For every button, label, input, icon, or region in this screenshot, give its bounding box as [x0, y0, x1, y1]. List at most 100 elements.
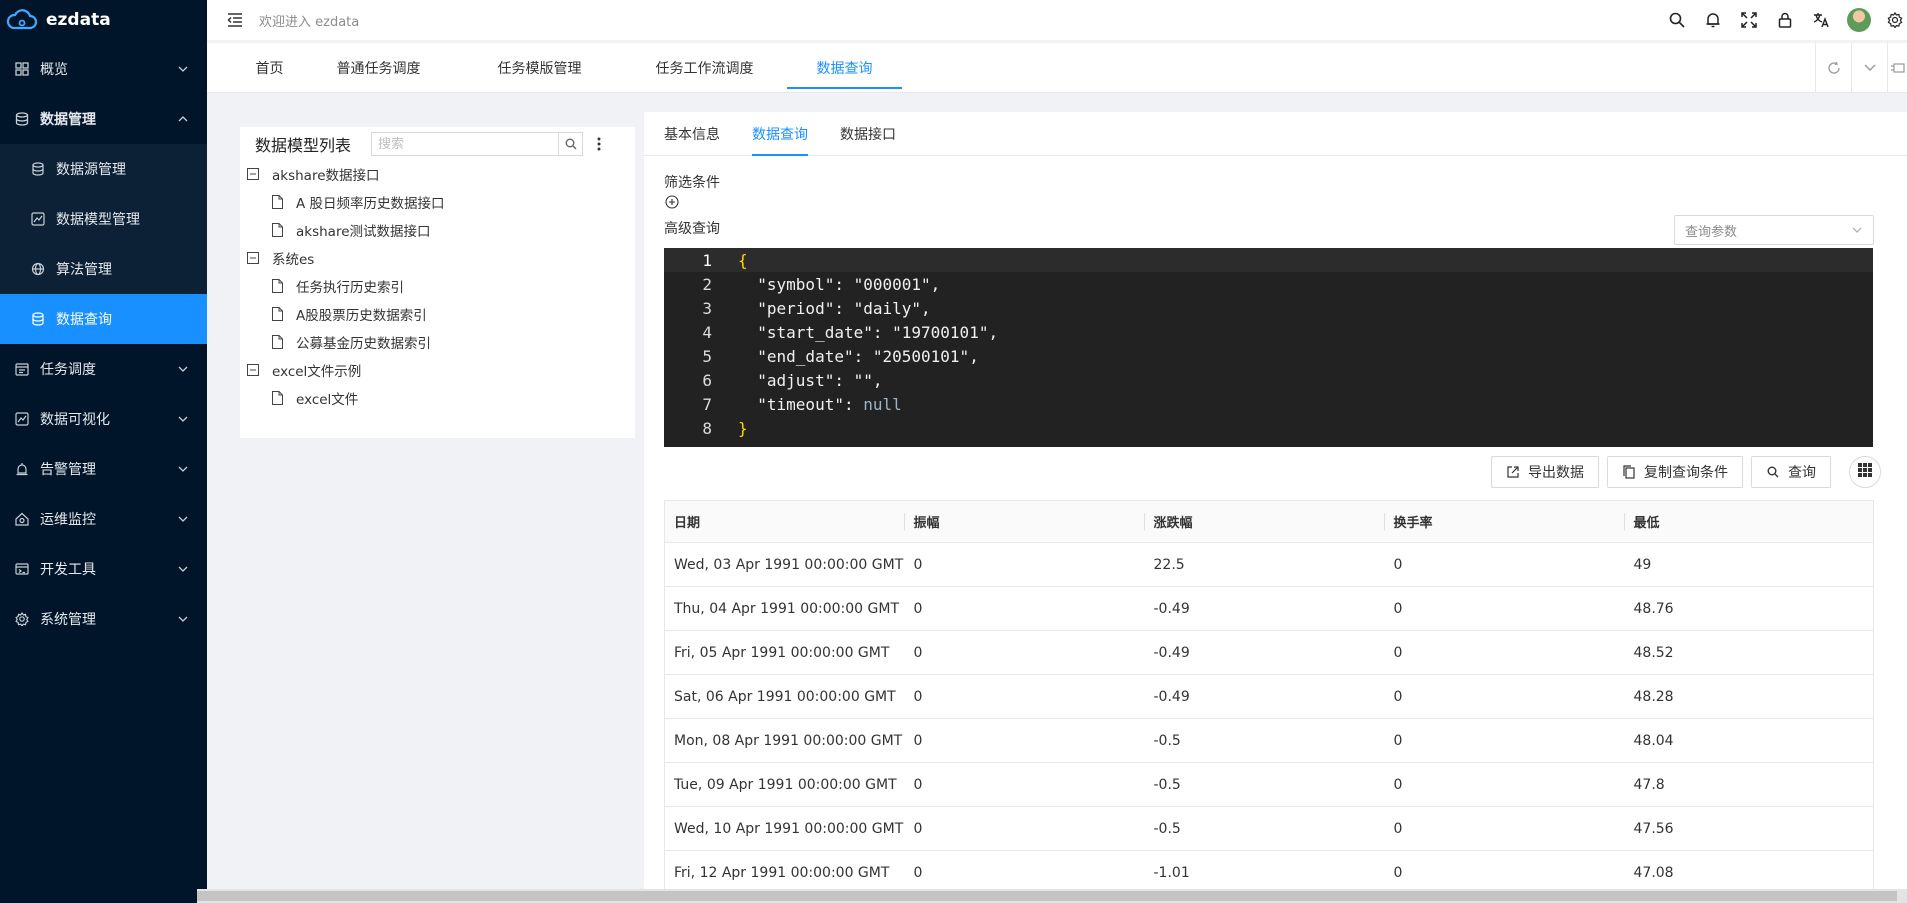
model-search-input[interactable] [372, 133, 558, 155]
search-icon[interactable] [1667, 10, 1687, 30]
export-data-button[interactable]: 导出数据 [1491, 456, 1599, 488]
table-row[interactable]: Fri, 12 Apr 1991 00:00:00 GMT 0 -1.01 0 47.0… [664, 850, 1874, 895]
sidebar-item-visualization[interactable]: 数据可视化 [0, 394, 207, 444]
sidebar-item-task-schedule[interactable]: 任务调度 [0, 344, 207, 394]
tree-folder[interactable]: 系统es [240, 244, 635, 272]
line-number: 1 [702, 250, 712, 270]
tree-leaf[interactable]: 任务执行历史索引 [240, 272, 635, 300]
line-number: 6 [702, 370, 712, 390]
fullscreen-icon[interactable] [1739, 10, 1759, 30]
tree-folder[interactable]: akshare数据接口 [240, 160, 635, 188]
sidebar-item-label: 开发工具 [40, 562, 96, 578]
app-name: ezdata [46, 10, 111, 30]
sidebar-item-label: 运维监控 [40, 512, 96, 528]
table-cell: Fri, 05 Apr 1991 00:00:00 GMT [664, 630, 905, 675]
tab-data-api[interactable]: 数据接口 [840, 112, 896, 156]
table-row[interactable]: Mon, 08 Apr 1991 00:00:00 GMT 0 -0.5 0 48.04 [664, 718, 1874, 763]
lock-icon[interactable] [1775, 10, 1795, 30]
copy-query-button[interactable]: 复制查询条件 [1607, 456, 1743, 488]
chevron-down-icon[interactable] [1851, 43, 1887, 93]
code-editor[interactable]: 1{ 2 "symbol": "000001", 3 "period": "da… [664, 248, 1873, 447]
algorithm-icon [30, 261, 46, 277]
tab-task-template[interactable]: 任务模版管理 [477, 43, 602, 93]
collapse-square-icon[interactable] [246, 167, 260, 181]
sidebar-item-label: 告警管理 [40, 462, 96, 478]
tab-workflow[interactable]: 任务工作流调度 [627, 43, 782, 93]
sub-tabs: 基本信息 数据查询 数据接口 [644, 112, 1907, 156]
table-cell: 48.76 [1624, 586, 1874, 631]
table-row[interactable]: Thu, 04 Apr 1991 00:00:00 GMT 0 -0.49 0 48.7… [664, 586, 1874, 631]
column-settings-button[interactable] [1849, 456, 1881, 488]
table-cell: Sat, 06 Apr 1991 00:00:00 GMT [664, 674, 905, 719]
table-cell: 0 [904, 762, 1145, 807]
gear-icon[interactable] [1885, 10, 1905, 30]
expand-icon[interactable] [1887, 43, 1907, 93]
table-row[interactable]: Fri, 05 Apr 1991 00:00:00 GMT 0 -0.49 0 48.5… [664, 630, 1874, 675]
sidebar-item-datasource[interactable]: 数据源管理 [0, 144, 207, 194]
table-row[interactable]: Wed, 03 Apr 1991 00:00:00 GMT 0 22.5 0 49 [664, 542, 1874, 587]
query-param-select[interactable]: 查询参数 [1674, 215, 1874, 245]
line-number: 8 [702, 418, 712, 438]
add-circle-icon[interactable] [664, 194, 679, 209]
nav-tabbar: 首页 普通任务调度 任务模版管理 任务工作流调度 数据查询 [207, 43, 1907, 93]
collapse-square-icon[interactable] [246, 251, 260, 265]
tab-data-query[interactable]: 数据查询 [787, 43, 902, 93]
horizontal-scrollbar[interactable] [197, 889, 1907, 903]
column-header[interactable]: 最低 [1624, 500, 1874, 543]
query-button[interactable]: 查询 [1751, 456, 1831, 488]
table-cell: Fri, 12 Apr 1991 00:00:00 GMT [664, 850, 905, 895]
tree-leaf[interactable]: A 股日频率历史数据接口 [240, 188, 635, 216]
column-header[interactable]: 日期 [664, 500, 905, 543]
tree-node-label: 任务执行历史索引 [296, 280, 404, 296]
sidebar-item-label: 数据可视化 [40, 412, 110, 428]
table-row[interactable]: Wed, 10 Apr 1991 00:00:00 GMT 0 -0.5 0 47.56 [664, 806, 1874, 851]
chevron-up-icon [177, 113, 189, 125]
code-text: "period": "daily", [738, 298, 931, 318]
model-icon [30, 211, 46, 227]
code-text: "adjust": "", [738, 370, 883, 390]
table-cell: -1.01 [1144, 850, 1385, 895]
chart-icon [14, 411, 30, 427]
table-row[interactable]: Tue, 09 Apr 1991 00:00:00 GMT 0 -0.5 0 47.8 [664, 762, 1874, 807]
column-header[interactable]: 涨跌幅 [1144, 500, 1385, 543]
search-icon[interactable] [558, 133, 582, 155]
sidebar-item-model[interactable]: 数据模型管理 [0, 194, 207, 244]
database-icon [14, 111, 30, 127]
sidebar-item-algorithm[interactable]: 算法管理 [0, 244, 207, 294]
more-vertical-icon[interactable] [589, 133, 609, 155]
search-icon [1766, 465, 1780, 479]
tree-leaf[interactable]: akshare测试数据接口 [240, 216, 635, 244]
avatar[interactable] [1847, 8, 1871, 32]
tab-task-schedule[interactable]: 普通任务调度 [326, 43, 431, 93]
scrollbar-thumb[interactable] [197, 891, 1897, 901]
tree-leaf[interactable]: 公募基金历史数据索引 [240, 328, 635, 356]
sidebar-item-alarm[interactable]: 告警管理 [0, 444, 207, 494]
sidebar-item-devtools[interactable]: 开发工具 [0, 544, 207, 594]
sidebar-item-data-query[interactable]: 数据查询 [0, 294, 207, 344]
code-line: 3 "period": "daily", [664, 296, 1873, 320]
sidebar-item-data-management[interactable]: 数据管理 [0, 94, 207, 144]
table-cell: 47.8 [1624, 762, 1874, 807]
tab-basic-info[interactable]: 基本信息 [664, 112, 720, 156]
column-header[interactable]: 振幅 [904, 500, 1145, 543]
logo[interactable]: ezdata [0, 0, 207, 40]
tree-folder[interactable]: excel文件示例 [240, 356, 635, 384]
refresh-icon[interactable] [1815, 43, 1851, 93]
chevron-down-icon [177, 513, 189, 525]
table-row[interactable]: Sat, 06 Apr 1991 00:00:00 GMT 0 -0.49 0 48.2… [664, 674, 1874, 719]
tab-home[interactable]: 首页 [242, 43, 297, 93]
menu-fold-icon[interactable] [225, 10, 245, 30]
model-list-panel: 数据模型列表 akshare数据接口 A 股日频率历史数据接口 akshare测… [240, 127, 635, 438]
collapse-square-icon[interactable] [246, 363, 260, 377]
translate-icon[interactable] [1811, 10, 1831, 30]
tree-leaf[interactable]: excel文件 [240, 384, 635, 412]
bell-icon[interactable] [1703, 10, 1723, 30]
sidebar-item-monitor[interactable]: 运维监控 [0, 494, 207, 544]
sidebar-item-system[interactable]: 系统管理 [0, 594, 207, 644]
sidebar-item-overview[interactable]: 概览 [0, 44, 207, 94]
query-icon [30, 311, 46, 327]
alarm-icon [14, 461, 30, 477]
tree-leaf[interactable]: A股股票历史数据索引 [240, 300, 635, 328]
column-header[interactable]: 换手率 [1384, 500, 1625, 543]
tab-query[interactable]: 数据查询 [752, 112, 808, 156]
